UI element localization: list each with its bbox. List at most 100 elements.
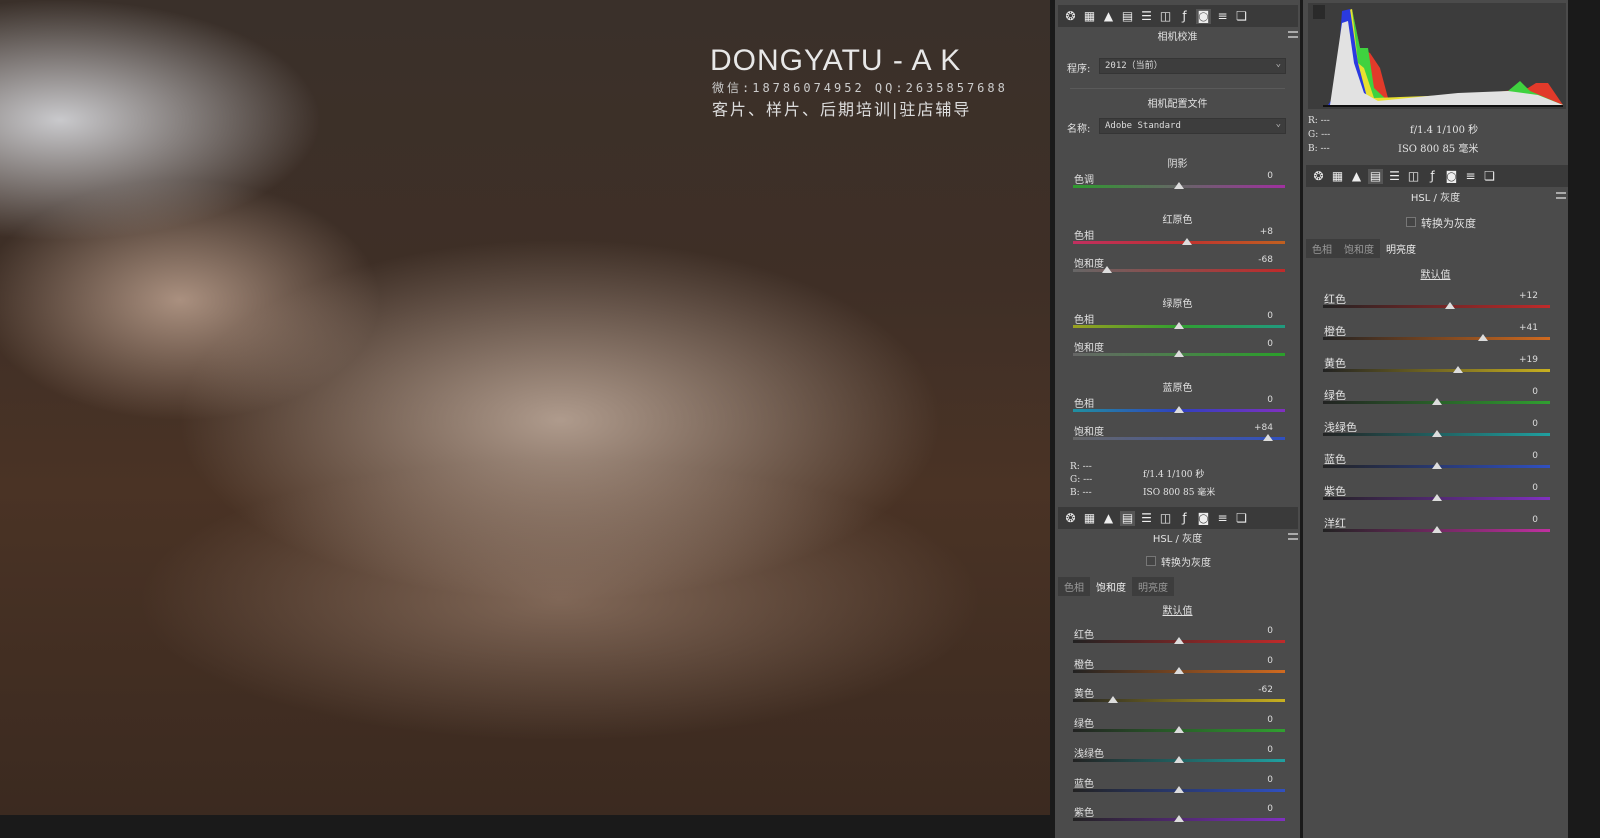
slider-thumb[interactable] bbox=[1182, 238, 1193, 245]
slider-thumb[interactable] bbox=[1101, 266, 1112, 273]
detail-icon[interactable]: ◫ bbox=[1406, 169, 1421, 184]
tab-saturation[interactable]: 饱和度 bbox=[1090, 577, 1132, 596]
slider-label: 紫色 bbox=[1074, 808, 1094, 820]
slider-track[interactable] bbox=[1323, 369, 1550, 372]
slider-value[interactable]: 0 bbox=[1498, 483, 1538, 493]
camera-icon[interactable]: ◙ bbox=[1196, 8, 1211, 24]
presets-icon[interactable]: ≡ bbox=[1215, 9, 1230, 24]
fx-icon[interactable]: ƒ bbox=[1177, 9, 1192, 24]
slider-value[interactable]: 0 bbox=[1233, 656, 1273, 666]
slider-thumb[interactable] bbox=[1431, 398, 1442, 405]
snapshots-icon[interactable]: ❏ bbox=[1234, 9, 1249, 24]
slider-value[interactable]: 0 bbox=[1498, 387, 1538, 397]
group-heading: 蓝原色 bbox=[1162, 383, 1193, 394]
camera-icon[interactable]: ◙ bbox=[1196, 511, 1211, 526]
slider-thumb[interactable] bbox=[1174, 182, 1184, 189]
slider-thumb[interactable] bbox=[1453, 366, 1464, 373]
slider-value[interactable]: 0 bbox=[1498, 419, 1538, 429]
slider-value[interactable]: +19 bbox=[1498, 355, 1538, 365]
curve-grid-icon[interactable]: ▦ bbox=[1330, 169, 1345, 184]
snapshots-icon[interactable]: ❏ bbox=[1482, 169, 1497, 184]
tab-luminance[interactable]: 明亮度 bbox=[1132, 577, 1174, 596]
hsl-icon[interactable]: ▤ bbox=[1368, 168, 1383, 184]
presets-icon[interactable]: ≡ bbox=[1463, 169, 1478, 184]
slider-thumb[interactable] bbox=[1431, 526, 1442, 533]
slider-value[interactable]: 0 bbox=[1233, 171, 1273, 181]
hsl-icon[interactable]: ▤ bbox=[1120, 510, 1135, 526]
grayscale-checkbox[interactable] bbox=[1406, 217, 1416, 227]
slider-value[interactable]: 0 bbox=[1498, 451, 1538, 461]
slider-track[interactable] bbox=[1073, 241, 1285, 244]
panel-menu-icon[interactable] bbox=[1288, 31, 1298, 38]
slider-label: 色相 bbox=[1074, 399, 1094, 410]
presets-icon[interactable]: ≡ bbox=[1215, 511, 1230, 526]
slider-value[interactable]: -68 bbox=[1233, 255, 1273, 265]
tab-hue[interactable]: 色相 bbox=[1306, 239, 1338, 258]
slider-value[interactable]: +8 bbox=[1233, 227, 1273, 237]
aperture-icon[interactable]: ❂ bbox=[1063, 9, 1078, 24]
slider-track[interactable] bbox=[1323, 305, 1550, 308]
slider-value[interactable]: +84 bbox=[1233, 423, 1273, 433]
aperture-icon[interactable]: ❂ bbox=[1311, 169, 1326, 184]
slider-value[interactable]: 0 bbox=[1233, 626, 1273, 636]
slider-value[interactable]: 0 bbox=[1498, 515, 1538, 525]
grayscale-checkbox[interactable] bbox=[1146, 556, 1156, 566]
slider-thumb[interactable] bbox=[1478, 334, 1489, 341]
curve-grid-icon[interactable]: ▦ bbox=[1082, 9, 1097, 24]
slider-value[interactable]: 0 bbox=[1233, 804, 1273, 814]
camera-icon[interactable]: ◙ bbox=[1444, 169, 1459, 184]
slider-thumb[interactable] bbox=[1174, 406, 1184, 413]
slider-track[interactable] bbox=[1323, 337, 1550, 340]
camera-calibration-panel: ❂▦▲▤☰◫ƒ◙≡❏ 相机校准 程序: 2012（当前） 相机配置文件 名称: … bbox=[1055, 0, 1300, 838]
slider-value[interactable]: 0 bbox=[1233, 311, 1273, 321]
slider-track[interactable] bbox=[1073, 437, 1285, 440]
slider-track[interactable] bbox=[1073, 699, 1285, 703]
slider-thumb[interactable] bbox=[1174, 755, 1184, 763]
slider-value[interactable]: 0 bbox=[1233, 395, 1273, 405]
slider-thumb[interactable] bbox=[1174, 350, 1184, 357]
panel-toolbar: ❂ ▦ ▲ ▤ ☰ ◫ ƒ ◙ ≡ ❏ bbox=[1306, 165, 1568, 187]
mountain-icon[interactable]: ▲ bbox=[1101, 9, 1116, 24]
slider-thumb[interactable] bbox=[1174, 785, 1184, 793]
snapshots-icon[interactable]: ❏ bbox=[1234, 511, 1249, 526]
slider-thumb[interactable] bbox=[1174, 726, 1184, 734]
tab-luminance[interactable]: 明亮度 bbox=[1380, 239, 1422, 258]
split-tone-icon[interactable]: ☰ bbox=[1139, 9, 1154, 24]
split-tone-icon[interactable]: ☰ bbox=[1387, 169, 1402, 184]
default-link[interactable]: 默认值 bbox=[1303, 266, 1568, 281]
aperture-icon[interactable]: ❂ bbox=[1063, 511, 1078, 526]
slider-thumb[interactable] bbox=[1445, 302, 1456, 309]
panel-menu-icon[interactable] bbox=[1288, 533, 1298, 540]
slider-thumb[interactable] bbox=[1263, 434, 1274, 441]
slider-thumb[interactable] bbox=[1174, 815, 1184, 823]
slider-thumb[interactable] bbox=[1174, 322, 1184, 329]
fx-icon[interactable]: ƒ bbox=[1177, 511, 1192, 526]
slider-thumb[interactable] bbox=[1431, 494, 1442, 501]
hsl-icon[interactable]: ▤ bbox=[1120, 9, 1135, 24]
slider-value[interactable]: 0 bbox=[1233, 715, 1273, 725]
slider-thumb[interactable] bbox=[1431, 462, 1442, 469]
slider-thumb[interactable] bbox=[1174, 666, 1184, 674]
slider-value[interactable]: 0 bbox=[1233, 339, 1273, 349]
slider-value[interactable]: -62 bbox=[1233, 685, 1273, 695]
tab-saturation[interactable]: 饱和度 bbox=[1338, 239, 1380, 258]
panel-menu-icon[interactable] bbox=[1556, 192, 1566, 199]
slider-value[interactable]: 0 bbox=[1233, 745, 1273, 755]
mountain-icon[interactable]: ▲ bbox=[1349, 169, 1364, 184]
detail-icon[interactable]: ◫ bbox=[1158, 9, 1173, 24]
slider-value[interactable]: +41 bbox=[1498, 323, 1538, 333]
fx-icon[interactable]: ƒ bbox=[1425, 169, 1440, 184]
slider-thumb[interactable] bbox=[1174, 637, 1184, 644]
tab-hue[interactable]: 色相 bbox=[1058, 577, 1090, 596]
profile-select[interactable]: Adobe Standard bbox=[1099, 117, 1286, 134]
split-tone-icon[interactable]: ☰ bbox=[1139, 511, 1154, 526]
mountain-icon[interactable]: ▲ bbox=[1101, 511, 1116, 526]
slider-value[interactable]: +12 bbox=[1498, 291, 1538, 301]
curve-grid-icon[interactable]: ▦ bbox=[1082, 511, 1097, 526]
slider-value[interactable]: 0 bbox=[1233, 775, 1273, 785]
process-select[interactable]: 2012（当前） bbox=[1099, 57, 1286, 74]
slider-thumb[interactable] bbox=[1108, 696, 1119, 704]
slider-thumb[interactable] bbox=[1431, 430, 1442, 437]
detail-icon[interactable]: ◫ bbox=[1158, 511, 1173, 526]
default-link[interactable]: 默认值 bbox=[1055, 602, 1300, 617]
